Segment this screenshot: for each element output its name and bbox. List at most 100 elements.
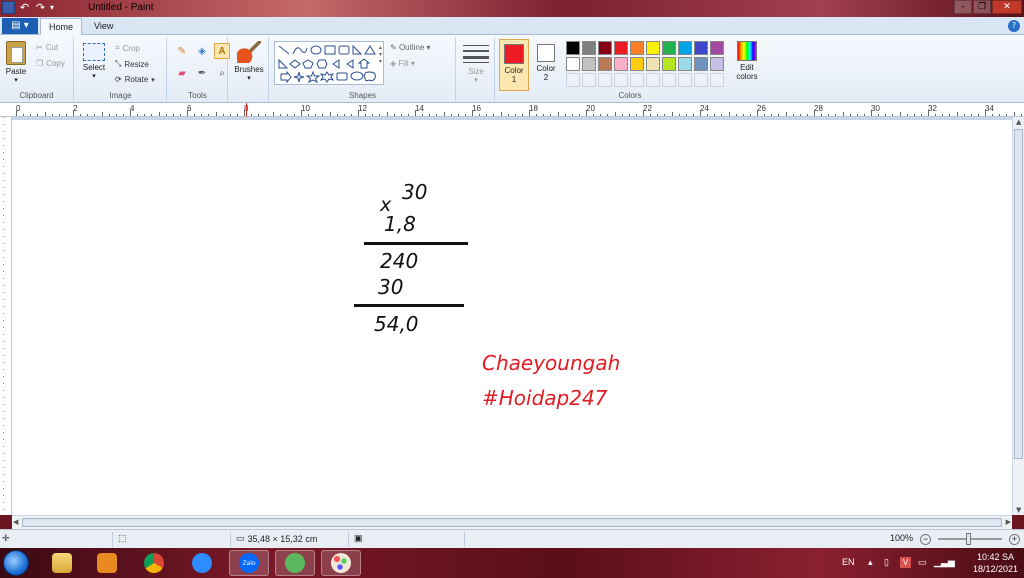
ruler-tick [735, 114, 737, 116]
start-button[interactable] [3, 550, 29, 576]
network-signal-icon[interactable]: ▁▃▅ [934, 557, 955, 568]
palette-swatch[interactable] [678, 41, 692, 55]
redo-icon[interactable]: ↷ [34, 1, 47, 14]
palette-swatch[interactable] [598, 57, 612, 71]
ruler-tick [935, 114, 937, 116]
taskbar-paint[interactable] [321, 550, 361, 576]
maximize-button[interactable]: ❐ [973, 0, 991, 14]
palette-swatch[interactable] [582, 41, 596, 55]
ruler-tick [849, 114, 851, 116]
custom-color-slot[interactable] [662, 73, 676, 87]
custom-color-slot[interactable] [614, 73, 628, 87]
rotate-button[interactable]: ⟳ Rotate ▾ [115, 75, 155, 84]
custom-color-slot[interactable] [646, 73, 660, 87]
custom-color-slot[interactable] [630, 73, 644, 87]
palette-swatch[interactable] [694, 41, 708, 55]
crop-button[interactable]: ⌗ Crop [115, 43, 140, 53]
edit-colors-button[interactable]: Edit colors [732, 39, 762, 81]
minimize-button[interactable]: – [954, 0, 972, 14]
ruler-tick [265, 114, 267, 116]
palette-swatch[interactable] [662, 41, 676, 55]
cut-button[interactable]: ✂ Cut [36, 43, 58, 52]
clipboard-group-label: Clipboard [19, 91, 54, 100]
taskbar-chrome[interactable] [134, 550, 174, 576]
tab-home[interactable]: Home [40, 18, 83, 35]
palette-swatch[interactable] [662, 57, 676, 71]
text-tool-icon[interactable]: A [214, 43, 230, 59]
vietkey-icon[interactable]: V [900, 557, 911, 568]
custom-color-slot[interactable] [598, 73, 612, 87]
file-menu-button[interactable]: ▤ ▾ [2, 18, 38, 34]
monitor-icon[interactable]: ▭ [918, 557, 927, 568]
zoom-out-button[interactable]: − [920, 534, 931, 545]
custom-color-slot[interactable] [582, 73, 596, 87]
language-indicator[interactable]: EN [842, 557, 855, 567]
taskbar-explorer[interactable] [42, 550, 82, 576]
ruler-tick [94, 114, 96, 116]
scroll-left-icon[interactable]: ◀ [13, 518, 18, 526]
save-icon[interactable] [2, 1, 15, 14]
taskbar-zoom[interactable] [182, 550, 222, 576]
custom-color-slot[interactable] [566, 73, 580, 87]
palette-swatch[interactable] [614, 57, 628, 71]
copy-button[interactable]: ❐ Copy [36, 59, 65, 68]
horizontal-scroll-thumb[interactable] [22, 518, 1002, 527]
device-icon[interactable]: ▯ [884, 557, 889, 568]
palette-swatch[interactable] [694, 57, 708, 71]
brushes-button[interactable]: Brushes ▾ [231, 41, 267, 82]
taskbar-zalo[interactable]: Zalo [229, 550, 269, 576]
palette-swatch[interactable] [630, 41, 644, 55]
palette-swatch[interactable] [710, 41, 724, 55]
file-size-icon: ▣ [354, 533, 363, 543]
vertical-scroll-thumb[interactable] [1014, 129, 1023, 459]
zoom-in-button[interactable]: + [1009, 534, 1020, 545]
palette-swatch[interactable] [678, 57, 692, 71]
outline-button[interactable]: ✎ Outline ▾ [390, 43, 431, 52]
fill-bucket-icon[interactable]: ◈ [194, 43, 210, 59]
fill-button[interactable]: ◈ Fill ▾ [390, 59, 415, 68]
palette-swatch[interactable] [630, 57, 644, 71]
palette-swatch[interactable] [710, 57, 724, 71]
palette-swatch[interactable] [566, 41, 580, 55]
customize-toolbar-icon[interactable]: ▾ [50, 1, 63, 14]
ruler-tick [464, 114, 466, 116]
undo-icon[interactable]: ↶ [18, 1, 31, 14]
canvas-size-text: 35,48 × 15,32 cm [247, 533, 318, 544]
scroll-right-icon[interactable]: ▶ [1006, 518, 1011, 526]
close-button[interactable]: ✕ [992, 0, 1022, 14]
ruler-tick [650, 114, 652, 116]
palette-swatch[interactable] [598, 41, 612, 55]
paste-button[interactable]: Paste ▾ [4, 41, 28, 84]
tab-view[interactable]: View [86, 18, 121, 35]
horizontal-scrollbar[interactable]: ◀ ▶ [12, 515, 1012, 529]
magnifier-icon[interactable]: ⌕ [214, 65, 230, 81]
palette-swatch[interactable] [582, 57, 596, 71]
zoom-slider-thumb[interactable] [966, 533, 971, 545]
taskbar-media-player[interactable] [87, 550, 127, 576]
shapes-gallery[interactable]: ▴ ▾ ▾ [274, 41, 384, 85]
taskbar-coccoc[interactable] [275, 550, 315, 576]
color-picker-icon[interactable]: ✒ [194, 65, 210, 81]
palette-swatch[interactable] [614, 41, 628, 55]
clock[interactable]: 10:42 SA 18/12/2021 [973, 551, 1018, 575]
color-2-button[interactable]: Color 2 [532, 39, 560, 91]
palette-swatch[interactable] [566, 57, 580, 71]
select-button[interactable]: Select ▾ [79, 43, 109, 80]
eraser-icon[interactable]: ▰ [174, 65, 190, 81]
color-1-button[interactable]: Color 1 [499, 39, 529, 91]
custom-color-slot[interactable] [710, 73, 724, 87]
vertical-scrollbar[interactable]: ▲ ▼ [1012, 117, 1024, 515]
scroll-up-icon[interactable]: ▲ [1016, 118, 1021, 126]
help-icon[interactable]: ? [1008, 20, 1020, 32]
show-hidden-icons-icon[interactable]: ▴ [868, 557, 873, 568]
size-button[interactable]: Size ▾ [461, 43, 491, 84]
custom-color-slot[interactable] [694, 73, 708, 87]
resize-button[interactable]: ⤡ Resize [115, 59, 149, 69]
scroll-down-icon[interactable]: ▼ [1016, 506, 1021, 514]
ruler-tick [578, 114, 580, 116]
palette-swatch[interactable] [646, 57, 660, 71]
custom-color-slot[interactable] [678, 73, 692, 87]
pencil-icon[interactable]: ✎ [174, 43, 190, 59]
drawing-canvas[interactable]: 30 x 1,8 240 30 54,0 Chaeyoungah #Hoidap… [12, 120, 1012, 515]
palette-swatch[interactable] [646, 41, 660, 55]
